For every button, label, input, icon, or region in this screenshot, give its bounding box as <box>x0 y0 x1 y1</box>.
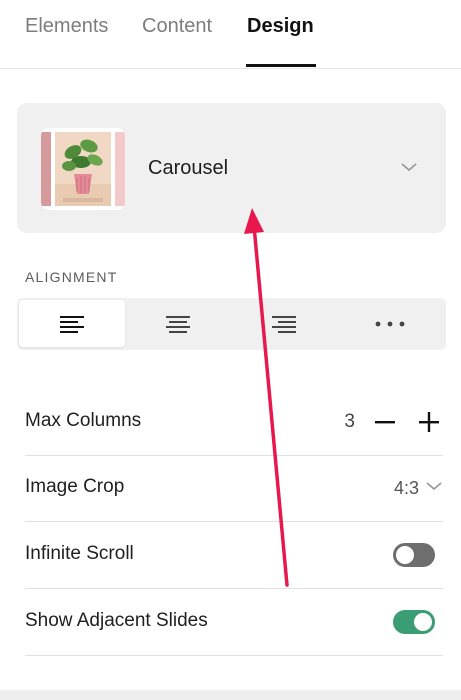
image-crop-label: Image Crop <box>25 476 125 497</box>
minus-icon <box>375 421 395 424</box>
show-adjacent-slides-toggle[interactable] <box>393 610 435 634</box>
chevron-down-icon <box>400 160 418 178</box>
plus-icon <box>419 412 439 432</box>
max-columns-row: Max Columns 3 <box>25 389 443 456</box>
more-options-button[interactable] <box>337 300 443 347</box>
tab-design[interactable]: Design <box>247 15 314 38</box>
tab-content[interactable]: Content <box>142 15 212 38</box>
tab-elements[interactable]: Elements <box>25 15 108 38</box>
plant-pot-thumbnail <box>41 128 125 210</box>
show-adjacent-slides-label: Show Adjacent Slides <box>25 610 208 631</box>
layout-selector[interactable]: Carousel <box>17 103 446 233</box>
image-crop-row[interactable]: Image Crop 4:3 <box>25 455 443 522</box>
show-adjacent-slides-row: Show Adjacent Slides <box>25 589 443 656</box>
align-right-button[interactable] <box>231 300 337 347</box>
align-center-button[interactable] <box>125 300 231 347</box>
max-columns-label: Max Columns <box>25 410 142 431</box>
infinite-scroll-toggle[interactable] <box>393 543 435 567</box>
image-crop-value[interactable]: 4:3 <box>394 478 419 499</box>
max-columns-value: 3 <box>344 411 355 432</box>
infinite-scroll-label: Infinite Scroll <box>25 543 134 564</box>
align-center-icon <box>166 315 190 333</box>
alignment-segmented-control <box>17 298 446 350</box>
increment-button[interactable] <box>415 408 443 436</box>
more-options-icon <box>375 321 405 326</box>
infinite-scroll-row: Infinite Scroll <box>25 522 443 589</box>
align-left-button[interactable] <box>19 300 125 347</box>
chevron-down-icon <box>425 479 443 497</box>
alignment-label: ALIGNMENT <box>25 269 118 285</box>
layout-name: Carousel <box>148 157 229 179</box>
active-tab-indicator <box>246 64 316 67</box>
tab-bar: Elements Content Design <box>0 0 461 69</box>
align-right-icon <box>272 315 296 333</box>
panel-footer-strip <box>0 690 461 700</box>
decrement-button[interactable] <box>371 408 399 436</box>
align-left-icon <box>60 315 84 333</box>
